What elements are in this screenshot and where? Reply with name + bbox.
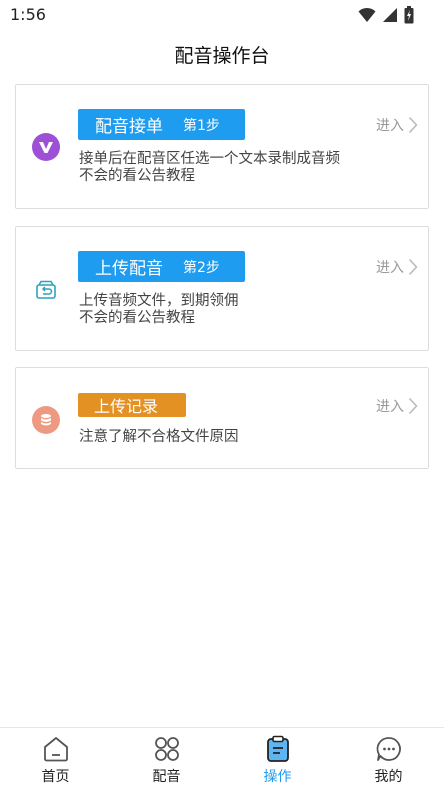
- enter-label: 进入: [376, 260, 404, 276]
- clipboard-icon: [267, 735, 289, 762]
- nav-label: 首页: [41, 769, 70, 785]
- card-badge: 上传记录: [78, 393, 186, 417]
- card-step: 第1步: [183, 117, 220, 134]
- signal-icon: [383, 8, 397, 22]
- chevron-right-icon: [408, 258, 418, 276]
- desc-line: 不会的看公告教程: [79, 168, 195, 184]
- card-title: 上传记录: [94, 397, 159, 416]
- desc-line: 上传音频文件，到期领佣: [79, 293, 239, 309]
- chevron-right-icon: [408, 116, 418, 134]
- card-dubbing-order[interactable]: 配音接单 第1步 进入 接单后在配音区任选一个文本录制成音频 不会的看公告教程: [15, 84, 429, 209]
- screen: 1:56 配音操作台 配音接单 第1步 进入 接单后在配音区任选一个文本录制成音…: [0, 0, 444, 789]
- card-step: 第2步: [183, 259, 220, 276]
- card-badge: 配音接单 第1步: [78, 109, 245, 140]
- home-icon: [44, 737, 68, 762]
- card-upload-records[interactable]: 上传记录 进入 注意了解不合格文件原因: [15, 367, 429, 469]
- enter-link[interactable]: 进入: [376, 396, 418, 416]
- battery-icon: [404, 6, 414, 24]
- nav-label: 我的: [374, 769, 403, 785]
- nav-label: 操作: [263, 769, 292, 785]
- v-logo-icon: [32, 133, 60, 161]
- upload-box-icon: [32, 276, 60, 304]
- nav-item-mine[interactable]: 我的: [333, 728, 444, 789]
- chevron-right-icon: [408, 397, 418, 415]
- card-upload-dubbing[interactable]: 上传配音 第2步 进入 上传音频文件，到期领佣 不会的看公告教程: [15, 226, 429, 351]
- desc-line: 不会的看公告教程: [79, 310, 195, 326]
- enter-label: 进入: [376, 118, 404, 134]
- status-icons: [358, 6, 414, 24]
- desc-line: 注意了解不合格文件原因: [79, 429, 239, 445]
- wifi-icon: [358, 7, 376, 22]
- card-title: 上传配音: [95, 259, 163, 279]
- grid-icon: [155, 737, 179, 761]
- enter-label: 进入: [376, 399, 404, 415]
- enter-link[interactable]: 进入: [376, 257, 418, 277]
- desc-line: 接单后在配音区任选一个文本录制成音频: [79, 151, 340, 167]
- database-icon: [32, 406, 60, 434]
- card-title: 配音接单: [95, 117, 163, 137]
- page-title: 配音操作台: [174, 45, 270, 67]
- card-description: 注意了解不合格文件原因: [79, 429, 419, 446]
- nav-item-home[interactable]: 首页: [0, 728, 111, 789]
- nav-label: 配音: [152, 769, 181, 785]
- nav-item-dubbing[interactable]: 配音: [111, 728, 222, 789]
- card-badge: 上传配音 第2步: [78, 251, 245, 282]
- status-bar: 1:56: [0, 0, 444, 32]
- bottom-nav: 首页 配音 操作 我的: [0, 727, 444, 789]
- chat-icon: [376, 737, 401, 761]
- card-description: 接单后在配音区任选一个文本录制成音频 不会的看公告教程: [79, 151, 419, 185]
- status-time: 1:56: [10, 5, 46, 24]
- enter-link[interactable]: 进入: [376, 115, 418, 135]
- card-description: 上传音频文件，到期领佣 不会的看公告教程: [79, 293, 419, 327]
- nav-item-operations[interactable]: 操作: [222, 728, 333, 789]
